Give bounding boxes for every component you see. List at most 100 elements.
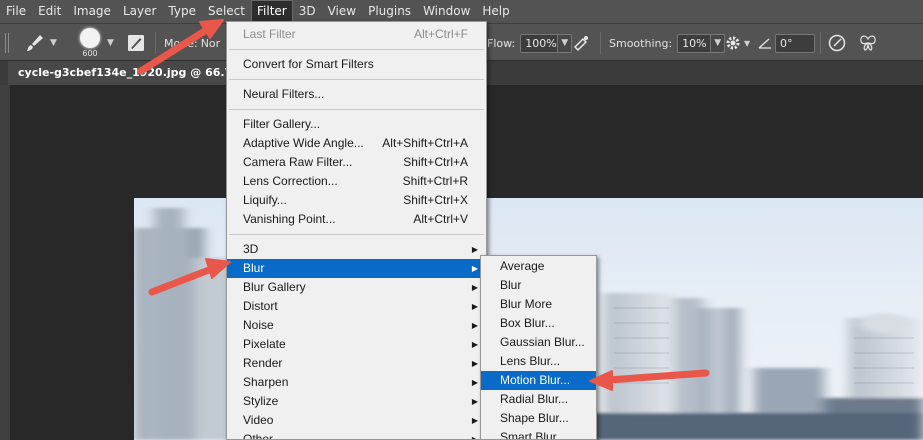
menu-item-label: Filter Gallery... [243,117,321,131]
brush-picker-chevron-icon[interactable]: ▼ [107,24,114,62]
menu-item-blur[interactable]: Blur [481,276,596,295]
menu-item-label: Video [243,413,274,427]
menu-item-motion-blur[interactable]: Motion Blur... [481,371,596,390]
menu-separator [227,104,486,115]
menu-layer[interactable]: Layer [117,0,162,23]
menu-help[interactable]: Help [476,0,515,23]
menu-edit[interactable]: Edit [32,0,67,23]
smoothing-options-chevron-icon[interactable]: ▼ [744,24,750,62]
submenu-arrow-icon: ▶ [471,435,478,440]
menu-filter[interactable]: Filter [251,0,293,23]
flow-label: Flow: [487,36,516,50]
menu-plugins[interactable]: Plugins [362,0,417,23]
angle-input[interactable]: 0° [775,33,815,53]
brush-preset-picker[interactable]: 600 [80,24,100,62]
menu-item-shortcut: Alt+Shift+Ctrl+A [382,136,468,150]
blur-submenu: Average Blur Blur More Box Blur... Gaussian … [480,255,597,440]
menu-item-last-filter: Last Filter Alt+Ctrl+F [227,25,486,44]
menu-item-average[interactable]: Average [481,257,596,276]
menu-separator [227,229,486,240]
menu-bar: File Edit Image Layer Type Select Filter… [0,0,923,23]
brush-settings-icon[interactable] [126,24,146,62]
menu-item-label: Noise [243,318,274,332]
menu-window[interactable]: Window [417,0,476,23]
menu-item-distort[interactable]: Distort ▶ [227,297,486,316]
separator [820,32,821,54]
menu-item-lens-blur[interactable]: Lens Blur... [481,352,596,371]
menu-item-gaussian-blur[interactable]: Gaussian Blur... [481,333,596,352]
brush-tip-icon [80,28,100,48]
menu-item-shape-blur[interactable]: Shape Blur... [481,409,596,428]
separator [155,32,156,54]
smoothing-chevron-icon[interactable]: ▼ [711,33,726,53]
menu-item-video[interactable]: Video ▶ [227,411,486,430]
menu-item-label: Adaptive Wide Angle... [243,136,364,150]
menu-item-blur-more[interactable]: Blur More [481,295,596,314]
menu-item-stylize[interactable]: Stylize ▶ [227,392,486,411]
menu-item-render[interactable]: Render ▶ [227,354,486,373]
menu-item-box-blur[interactable]: Box Blur... [481,314,596,333]
submenu-arrow-icon: ▶ [471,340,478,349]
menu-item-label: 3D [243,242,259,256]
menu-item-shortcut: Shift+Ctrl+X [403,193,468,207]
tool-preset-chevron-icon[interactable]: ▼ [50,24,57,62]
pressure-size-icon[interactable] [827,24,847,62]
submenu-arrow-icon: ▶ [471,359,478,368]
menu-item-smart-blur[interactable]: Smart Blur... [481,428,596,439]
filter-menu: Last Filter Alt+Ctrl+F Convert for Smart… [226,21,487,440]
menu-item-shortcut: Shift+Ctrl+R [402,174,468,188]
menu-item-shortcut: Shift+Ctrl+A [403,155,468,169]
submenu-arrow-icon: ▶ [471,283,478,292]
menu-item-sharpen[interactable]: Sharpen ▶ [227,373,486,392]
menu-item-lens-correction[interactable]: Lens Correction... Shift+Ctrl+R [227,172,486,191]
menu-select[interactable]: Select [202,0,251,23]
menu-item-noise[interactable]: Noise ▶ [227,316,486,335]
angle-icon [757,24,773,62]
smoothing-label: Smoothing: [609,36,673,50]
menu-item-pixelate[interactable]: Pixelate ▶ [227,335,486,354]
submenu-arrow-icon: ▶ [471,378,478,387]
menu-item-filter-gallery[interactable]: Filter Gallery... [227,115,486,134]
submenu-arrow-icon: ▶ [471,302,478,311]
airbrush-icon[interactable] [571,24,591,62]
brush-tool-icon[interactable] [24,24,46,62]
menu-item-camera-raw-filter[interactable]: Camera Raw Filter... Shift+Ctrl+A [227,153,486,172]
menu-item-liquify[interactable]: Liquify... Shift+Ctrl+X [227,191,486,210]
menu-item-label: Sharpen [243,375,289,389]
mode-label: Mode: [164,36,198,50]
menu-image[interactable]: Image [67,0,117,23]
menu-item-blur[interactable]: Blur ▶ [227,259,486,278]
menu-item-radial-blur[interactable]: Radial Blur... [481,390,596,409]
menu-file[interactable]: File [0,0,32,23]
menu-item-label: Blur [243,261,265,275]
menu-3d[interactable]: 3D [293,0,322,23]
flow-input[interactable]: 100% [520,33,559,53]
menu-item-label: Other [243,432,274,440]
symmetry-butterfly-icon[interactable] [858,24,878,62]
menu-type[interactable]: Type [162,0,202,23]
menu-item-label: Liquify... [243,193,287,207]
menu-item-label: Blur Gallery [243,280,306,294]
tools-panel-edge [0,85,10,440]
mode-select[interactable]: Nor [201,37,220,50]
menu-item-convert-smart-filters[interactable]: Convert for Smart Filters [227,55,486,74]
menu-item-label: Pixelate [243,337,286,351]
smoothing-input[interactable]: 10% [677,33,712,53]
menu-view[interactable]: View [322,0,362,23]
submenu-arrow-icon: ▶ [471,416,478,425]
menu-item-blur-gallery[interactable]: Blur Gallery ▶ [227,278,486,297]
submenu-arrow-icon: ▶ [471,245,478,254]
menu-item-label: Camera Raw Filter... [243,155,353,169]
gear-icon[interactable] [725,24,741,62]
menu-item-adaptive-wide-angle[interactable]: Adaptive Wide Angle... Alt+Shift+Ctrl+A [227,134,486,153]
menu-item-3d[interactable]: 3D ▶ [227,240,486,259]
menu-item-neural-filters[interactable]: Neural Filters... [227,85,486,104]
menu-item-vanishing-point[interactable]: Vanishing Point... Alt+Ctrl+V [227,210,486,229]
submenu-arrow-icon: ▶ [471,397,478,406]
submenu-arrow-icon: ▶ [471,264,478,273]
menu-separator [227,44,486,55]
menu-item-label: Lens Correction... [243,174,338,188]
menu-item-other[interactable]: Other ▶ [227,430,486,440]
menu-separator [227,74,486,85]
menu-item-label: Distort [243,299,278,313]
